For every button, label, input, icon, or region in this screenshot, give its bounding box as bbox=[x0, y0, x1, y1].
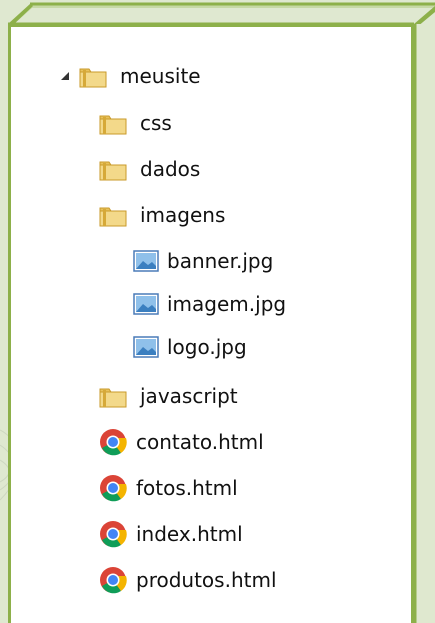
tree-folder-item[interactable]: javascript bbox=[98, 376, 238, 416]
tree-item-label: javascript bbox=[140, 384, 238, 408]
folder-icon bbox=[78, 63, 108, 89]
tree-item-label: imagens bbox=[140, 203, 226, 227]
tree-html-file-item[interactable]: contato.html bbox=[98, 422, 264, 462]
folder-icon bbox=[98, 383, 128, 409]
folder-icon bbox=[98, 156, 128, 182]
tree-html-file-item[interactable]: index.html bbox=[98, 514, 243, 554]
tree-item-label: fotos.html bbox=[136, 476, 238, 500]
tree-folder-item[interactable]: css bbox=[98, 103, 172, 143]
tree-html-file-item[interactable]: fotos.html bbox=[98, 468, 238, 508]
chrome-html-file-icon bbox=[98, 520, 128, 548]
tree-item-label: contato.html bbox=[136, 430, 264, 454]
tree-item-label: dados bbox=[140, 157, 201, 181]
tree-item-label: index.html bbox=[136, 522, 243, 546]
tree-item-label: logo.jpg bbox=[167, 335, 247, 359]
tree-root-folder[interactable]: meusite bbox=[60, 56, 201, 96]
panel-side-bevel bbox=[414, 24, 435, 623]
chrome-html-file-icon bbox=[98, 566, 128, 594]
folder-icon bbox=[98, 202, 128, 228]
image-file-icon bbox=[132, 293, 160, 315]
tree-folder-item[interactable]: dados bbox=[98, 149, 200, 189]
tree-image-file-item[interactable]: logo.jpg bbox=[132, 327, 247, 367]
tree-html-file-item[interactable]: produtos.html bbox=[98, 560, 277, 600]
tree-item-label: produtos.html bbox=[136, 568, 277, 592]
expanded-triangle-icon[interactable] bbox=[60, 71, 78, 81]
chrome-html-file-icon bbox=[98, 474, 128, 502]
tree-image-file-item[interactable]: banner.jpg bbox=[132, 241, 273, 281]
chrome-html-file-icon bbox=[98, 428, 128, 456]
image-file-icon bbox=[132, 336, 160, 358]
tree-item-label: meusite bbox=[120, 64, 201, 88]
tree-item-label: css bbox=[140, 111, 172, 135]
tree-item-label: imagem.jpg bbox=[167, 292, 287, 316]
folder-icon bbox=[98, 110, 128, 136]
tree-image-file-item[interactable]: imagem.jpg bbox=[132, 284, 286, 324]
tree-item-label: banner.jpg bbox=[167, 249, 274, 273]
image-file-icon bbox=[132, 250, 160, 272]
tree-folder-item[interactable]: imagens bbox=[98, 195, 225, 235]
